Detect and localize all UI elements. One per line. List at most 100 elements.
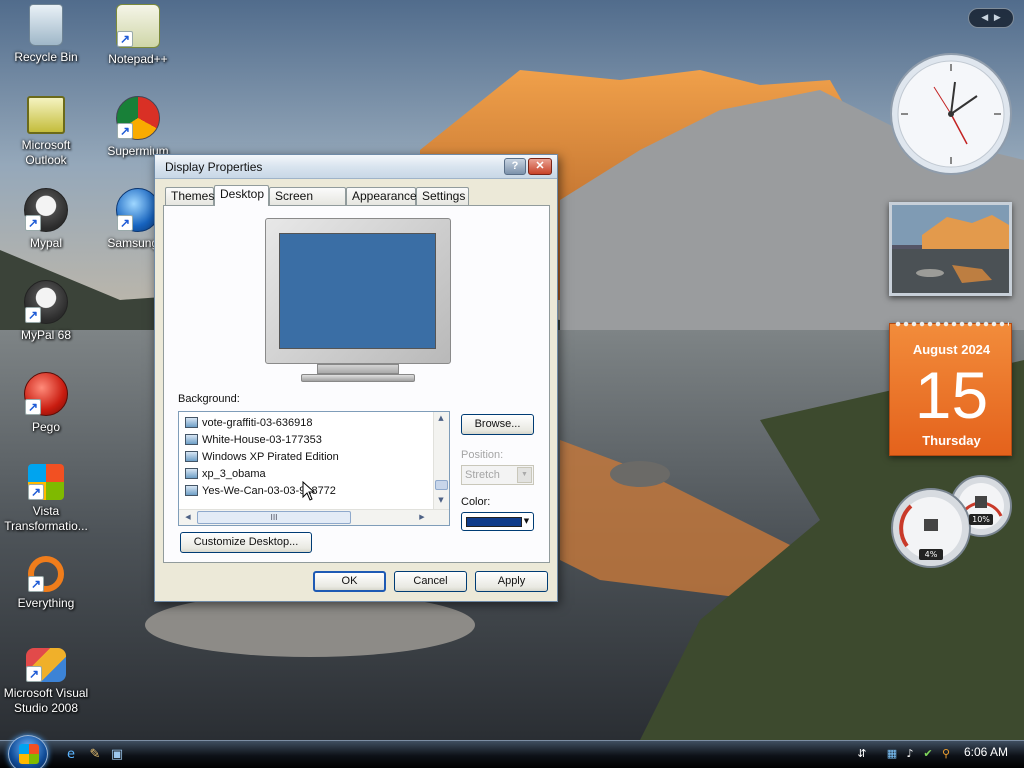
outlook-icon xyxy=(27,96,65,134)
background-label: Background: xyxy=(178,393,240,405)
background-list-item[interactable]: White-House-03-177353 xyxy=(185,432,322,448)
desktop-icon-label: Everything xyxy=(17,596,75,610)
desktop-icon-mypal[interactable]: ↗ Mypal xyxy=(0,188,92,251)
desktop-icon-supermium[interactable]: ↗ Supermium xyxy=(92,96,184,159)
search-icon[interactable]: ⚲ xyxy=(939,747,953,761)
tab-screen-saver[interactable]: Screen Saver xyxy=(269,187,346,219)
volume-icon[interactable]: ♪ xyxy=(903,747,917,761)
background-item-label: xp_3_obama xyxy=(202,468,266,480)
desktop-icon-pego[interactable]: ↗ Pego xyxy=(0,372,92,435)
horizontal-scrollbar[interactable]: ◀ III ▶ xyxy=(179,509,449,525)
desktop-icon-label: Notepad++ xyxy=(108,52,168,66)
desktop-icon-label: Microsoft Outlook xyxy=(21,138,71,167)
cpu-percent: 4% xyxy=(919,549,943,560)
window-title: Display Properties xyxy=(165,160,263,174)
tab-settings[interactable]: Settings xyxy=(416,187,469,205)
desktop-icon-label: Vista Transformatio... xyxy=(4,504,88,533)
chevron-down-icon: ▼ xyxy=(523,517,530,525)
scroll-left-icon[interactable]: ◀ xyxy=(181,513,195,521)
image-file-icon xyxy=(185,417,198,428)
windows-logo-icon: ↗ xyxy=(28,464,64,500)
shortcut-arrow-icon: ↗ xyxy=(25,215,41,231)
raccoon-icon: ↗ xyxy=(24,188,68,232)
notepad-plus-plus-icon: ↗ xyxy=(116,4,160,48)
internet-explorer-icon[interactable]: e xyxy=(62,746,80,764)
scroll-down-icon[interactable]: ▼ xyxy=(434,496,448,504)
desktop-icon-mypal-68[interactable]: ↗ MyPal 68 xyxy=(0,280,92,343)
position-dropdown: Stretch ▼ xyxy=(461,465,534,485)
color-swatch xyxy=(466,517,522,527)
background-list[interactable]: vote-graffiti-03-636918 White-House-03-1… xyxy=(178,411,450,526)
calendar-gadget[interactable]: August 2024 15 Thursday xyxy=(889,320,1012,456)
apply-button[interactable]: Apply xyxy=(475,571,548,592)
desktop-icon-notepad-plus-plus[interactable]: ↗ Notepad++ xyxy=(92,4,184,67)
title-bar[interactable]: Display Properties ? ✕ xyxy=(155,155,557,179)
scroll-up-icon[interactable]: ▲ xyxy=(434,414,448,422)
network-icon[interactable]: ▦ xyxy=(885,747,899,761)
close-button[interactable]: ✕ xyxy=(528,158,552,175)
monitor-frame xyxy=(265,218,451,364)
color-picker-button[interactable]: ▼ xyxy=(461,512,534,531)
monitor-preview xyxy=(265,218,451,390)
position-label: Position: xyxy=(461,449,504,461)
help-button[interactable]: ? xyxy=(504,158,526,175)
ok-button[interactable]: OK xyxy=(313,571,386,592)
raccoon-icon: ↗ xyxy=(24,280,68,324)
calendar-weekday: Thursday xyxy=(922,433,981,448)
shortcut-arrow-icon: ↗ xyxy=(25,399,41,415)
previous-icon[interactable]: ◀ xyxy=(981,13,988,23)
paint-brush-icon[interactable]: ✎ xyxy=(86,746,104,764)
windows-logo-icon xyxy=(19,744,39,764)
desktop-icon-label: Recycle Bin xyxy=(14,50,78,64)
taskbar: e ✎ ▣ ⇵ ▦ ♪ ✔ ⚲ 6:06 AM xyxy=(0,735,1024,768)
desktop-icon-vista-transformation[interactable]: ↗ Vista Transformatio... xyxy=(0,464,92,534)
desktop-icon-visual-studio[interactable]: ↗ Microsoft Visual Studio 2008 xyxy=(0,648,92,716)
tab-themes[interactable]: Themes xyxy=(165,187,214,205)
desktop-icon-label: Microsoft Visual Studio 2008 xyxy=(3,686,89,715)
start-button[interactable] xyxy=(8,735,48,768)
mouse-cursor-icon xyxy=(302,481,316,501)
shortcut-arrow-icon: ↗ xyxy=(26,666,42,682)
everything-search-icon: ↗ xyxy=(28,556,64,592)
slideshow-gadget[interactable] xyxy=(889,202,1012,296)
background-list-item[interactable]: Windows XP Pirated Edition xyxy=(185,449,339,465)
scroll-right-icon[interactable]: ▶ xyxy=(415,513,429,521)
image-file-icon xyxy=(185,468,198,479)
image-file-icon xyxy=(185,451,198,462)
next-icon[interactable]: ▶ xyxy=(994,13,1001,23)
sidebar-nav-buttons[interactable]: ◀ ▶ xyxy=(968,8,1014,28)
shortcut-arrow-icon: ↗ xyxy=(28,576,44,592)
clock-time[interactable]: 6:06 AM xyxy=(964,745,1008,759)
cancel-button[interactable]: Cancel xyxy=(394,571,467,592)
background-list-item[interactable]: xp_3_obama xyxy=(185,466,266,482)
browse-button[interactable]: Browse... xyxy=(461,414,534,435)
shortcut-arrow-icon: ↗ xyxy=(28,484,44,500)
calendar-rings xyxy=(894,320,1009,328)
desktop-icon-recycle-bin[interactable]: Recycle Bin xyxy=(0,4,92,65)
supermium-icon: ↗ xyxy=(116,96,160,140)
cpu-meter-gadget[interactable]: 4% 10% xyxy=(889,474,1014,570)
background-list-item[interactable]: vote-graffiti-03-636918 xyxy=(185,415,312,431)
desktop-icon-microsoft-outlook[interactable]: Microsoft Outlook xyxy=(0,96,92,168)
vertical-scrollbar[interactable]: ▲ ▼ xyxy=(433,412,449,509)
show-desktop-icon[interactable]: ▣ xyxy=(108,746,126,764)
tab-appearance[interactable]: Appearance xyxy=(346,187,417,205)
customize-desktop-button[interactable]: Customize Desktop... xyxy=(180,532,312,553)
desktop-icon-everything[interactable]: ↗ Everything xyxy=(0,556,92,611)
vertical-scroll-thumb[interactable] xyxy=(435,480,448,490)
monitor-neck xyxy=(317,364,399,374)
desktop-icon-label: Pego xyxy=(31,420,61,434)
security-icon[interactable]: ✔ xyxy=(921,747,935,761)
clock-gadget[interactable] xyxy=(889,52,1013,176)
visual-studio-icon: ↗ xyxy=(26,648,66,682)
tab-desktop[interactable]: Desktop xyxy=(214,185,269,206)
calendar-month: August 2024 xyxy=(912,342,991,357)
shortcut-arrow-icon: ↗ xyxy=(25,307,41,323)
color-label: Color: xyxy=(461,496,491,508)
horizontal-scroll-thumb[interactable]: III xyxy=(197,511,351,524)
desktop-icon-label: MyPal 68 xyxy=(20,328,72,342)
shortcut-arrow-icon: ↗ xyxy=(117,123,133,139)
network-sharing-icon[interactable]: ⇵ xyxy=(855,747,869,761)
pego-icon: ↗ xyxy=(24,372,68,416)
desktop-icon-label: Mypal xyxy=(29,236,62,250)
